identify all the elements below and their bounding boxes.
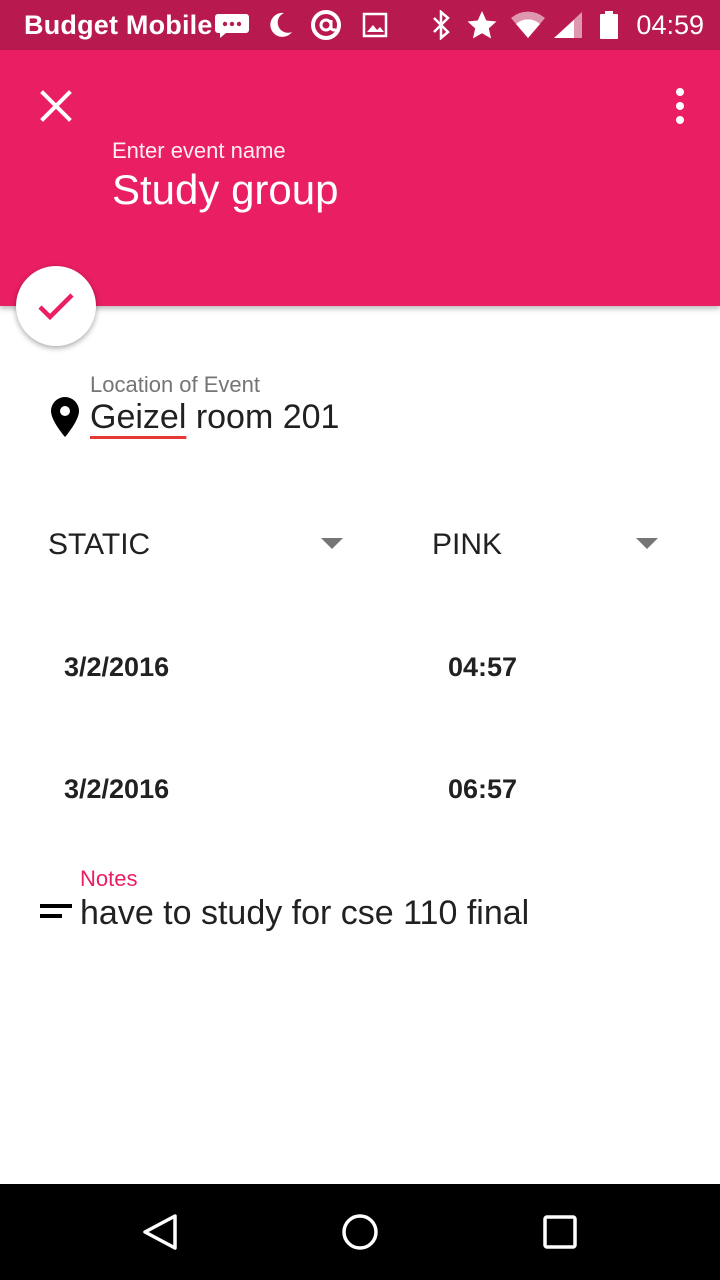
notes-label: Notes (80, 866, 138, 891)
messenger-icon (215, 14, 249, 38)
notes-icon (40, 904, 72, 918)
notes-input[interactable]: have to study for cse 110 final (80, 894, 529, 933)
signal-icon (554, 12, 582, 38)
home-icon[interactable] (340, 1212, 380, 1252)
check-icon (38, 293, 74, 321)
moon-icon (270, 12, 292, 37)
end-time[interactable]: 06:57 (448, 774, 517, 805)
recents-icon[interactable] (540, 1212, 580, 1252)
dropdown-arrow-icon (321, 538, 343, 549)
event-header: Enter event name Study group (0, 50, 720, 306)
type-spinner-value: STATIC (48, 528, 151, 561)
status-bar: Budget Mobile 04:59 (0, 0, 720, 50)
location-rest: room 201 (186, 398, 340, 436)
more-vert-icon[interactable] (670, 86, 690, 126)
bluetooth-icon (433, 10, 450, 40)
save-fab-button[interactable] (16, 266, 96, 346)
type-spinner[interactable]: STATIC (48, 520, 344, 570)
color-spinner[interactable]: PINK (432, 520, 660, 570)
dropdown-arrow-icon (636, 538, 658, 549)
location-label: Location of Event (90, 372, 261, 397)
wifi-icon (511, 11, 545, 38)
location-pin-icon (51, 397, 79, 437)
close-icon[interactable] (34, 84, 78, 128)
location-input[interactable]: Geizel room 201 (90, 398, 339, 437)
location-misspelled-word: Geizel (90, 398, 187, 436)
event-name-input[interactable]: Study group (112, 166, 339, 214)
start-time[interactable]: 04:57 (448, 652, 517, 683)
start-date[interactable]: 3/2/2016 (64, 652, 169, 683)
status-clock: 04:59 (636, 10, 704, 40)
image-icon (362, 12, 388, 38)
end-date[interactable]: 3/2/2016 (64, 774, 169, 805)
star-icon (467, 11, 497, 39)
battery-icon (600, 11, 618, 39)
back-icon[interactable] (140, 1212, 180, 1252)
color-spinner-value: PINK (432, 528, 503, 561)
navigation-bar (0, 1184, 720, 1280)
at-sign-icon (311, 10, 341, 40)
carrier-name: Budget Mobile (24, 10, 213, 40)
event-name-label: Enter event name (112, 138, 286, 163)
